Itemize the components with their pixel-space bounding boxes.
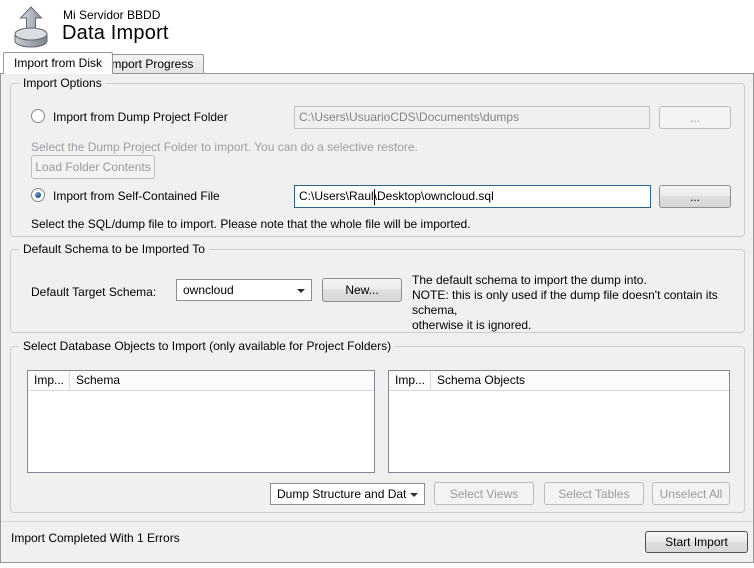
self-contained-path-value: C:\Users\Raul\Desktop\owncloud.sql <box>299 189 494 203</box>
chevron-down-icon <box>410 493 418 497</box>
schema-list[interactable]: Imp... Schema <box>27 370 375 473</box>
tab-import-from-disk[interactable]: Import from Disk <box>3 52 114 74</box>
dump-folder-radio[interactable] <box>31 109 45 123</box>
default-schema-title: Default Schema to be Imported To <box>19 242 209 256</box>
import-status-text: Import Completed With 1 Errors <box>11 531 180 545</box>
dump-type-select[interactable]: Dump Structure and Dat <box>270 483 425 505</box>
dump-folder-path-input[interactable]: C:\Users\UsuarioCDS\Documents\dumps <box>294 106 650 129</box>
default-schema-group: Default Schema to be Imported To Default… <box>10 242 745 333</box>
self-contained-radio[interactable] <box>31 188 45 202</box>
chevron-down-icon <box>297 289 305 293</box>
tab-import-progress[interactable]: Import Progress <box>97 54 205 73</box>
schema-objects-col-import[interactable]: Imp... <box>389 371 431 390</box>
unselect-all-button[interactable]: Unselect All <box>652 482 730 505</box>
schema-list-header: Imp... Schema <box>28 371 374 391</box>
header: Mi Servidor BBDD Data Import <box>0 0 754 52</box>
object-selection-group: Select Database Objects to Import (only … <box>10 339 745 513</box>
dump-type-value: Dump Structure and Dat <box>277 487 407 501</box>
load-folder-contents-button[interactable]: Load Folder Contents <box>31 155 155 179</box>
main-panel: Import Options Import from Dump Project … <box>0 73 754 563</box>
default-target-schema-label: Default Target Schema: <box>31 285 157 299</box>
dump-folder-path-value: C:\Users\UsuarioCDS\Documents\dumps <box>299 110 520 124</box>
start-import-button[interactable]: Start Import <box>645 531 748 553</box>
default-target-schema-select[interactable]: owncloud <box>176 279 312 301</box>
default-schema-note: The default schema to import the dump in… <box>412 273 718 332</box>
self-contained-help-text: Select the SQL/dump file to import. Plea… <box>31 217 471 231</box>
schema-list-col-schema[interactable]: Schema <box>70 371 126 390</box>
self-contained-path-input[interactable]: C:\Users\Raul\Desktop\owncloud.sql <box>294 185 651 208</box>
schema-objects-list[interactable]: Imp... Schema Objects <box>388 370 730 473</box>
schema-objects-col-name[interactable]: Schema Objects <box>431 371 531 390</box>
dump-folder-help-text: Select the Dump Project Folder to import… <box>31 140 418 154</box>
self-contained-browse-button[interactable]: ... <box>659 185 731 208</box>
self-contained-radio-label[interactable]: Import from Self-Contained File <box>53 189 220 203</box>
select-tables-button[interactable]: Select Tables <box>544 482 644 505</box>
page-title: Data Import <box>62 22 169 44</box>
select-views-button[interactable]: Select Views <box>434 482 534 505</box>
text-caret <box>374 189 375 205</box>
import-options-title: Import Options <box>19 76 106 90</box>
connection-name: Mi Servidor BBDD <box>63 8 161 22</box>
tab-bar: Import from Disk Import Progress <box>0 52 754 74</box>
footer-separator <box>1 521 753 522</box>
dump-folder-browse-button[interactable]: ... <box>659 106 731 129</box>
schema-list-col-import[interactable]: Imp... <box>28 371 70 390</box>
object-selection-title: Select Database Objects to Import (only … <box>19 339 396 353</box>
import-options-group: Import Options Import from Dump Project … <box>10 76 745 237</box>
new-schema-button[interactable]: New... <box>322 278 402 302</box>
dump-folder-radio-label[interactable]: Import from Dump Project Folder <box>53 110 228 124</box>
schema-objects-list-header: Imp... Schema Objects <box>389 371 729 391</box>
data-import-window: Mi Servidor BBDD Data Import Import from… <box>0 0 754 568</box>
data-import-icon <box>14 6 48 48</box>
default-target-schema-value: owncloud <box>183 283 234 297</box>
